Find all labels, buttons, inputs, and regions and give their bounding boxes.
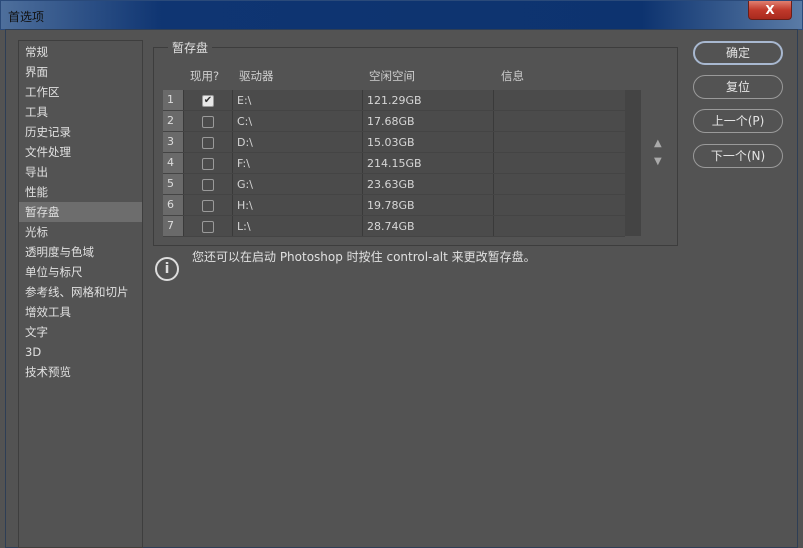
sidebar-item[interactable]: 导出 (19, 162, 142, 182)
window-title: 首选项 (8, 10, 45, 24)
free-space-cell: 121.29GB (367, 94, 422, 107)
table-row[interactable]: 6 H:\ 19.78GB (163, 195, 625, 216)
active-checkbox[interactable] (202, 200, 214, 212)
sidebar-item[interactable]: 工作区 (19, 82, 142, 102)
move-up-arrow-icon[interactable]: ▲ (654, 138, 662, 149)
header-free: 空闲空间 (369, 69, 415, 83)
active-checkbox[interactable] (202, 158, 214, 170)
reset-button[interactable]: 复位 (693, 75, 783, 99)
drive-cell: C:\ (237, 115, 253, 128)
free-space-cell: 17.68GB (367, 115, 415, 128)
sidebar-item[interactable]: 文字 (19, 322, 142, 342)
info-icon: i (155, 257, 179, 281)
sidebar-item[interactable]: 界面 (19, 62, 142, 82)
active-checkbox[interactable] (202, 137, 214, 149)
drive-cell: G:\ (237, 178, 253, 191)
free-space-cell: 28.74GB (367, 220, 415, 233)
header-active: 现用? (190, 69, 220, 83)
sidebar-item[interactable]: 光标 (19, 222, 142, 242)
table-row[interactable]: 5 G:\ 23.63GB (163, 174, 625, 195)
drive-cell: L:\ (237, 220, 251, 233)
drive-cell: D:\ (237, 136, 253, 149)
active-checkbox[interactable] (202, 221, 214, 233)
row-number: 2 (163, 111, 183, 131)
close-button[interactable]: X (748, 1, 792, 20)
active-checkbox[interactable] (202, 179, 214, 191)
sidebar-item[interactable]: 参考线、网格和切片 (19, 282, 142, 302)
sidebar: 常规 界面 工作区 工具 历史记录 文件处理 导出 性能 暂存盘 光标 透明度与色域 单位与标尺 参考线… (18, 40, 143, 548)
free-space-cell: 23.63GB (367, 178, 415, 191)
sidebar-item[interactable]: 透明度与色域 (19, 242, 142, 262)
row-number: 6 (163, 195, 183, 215)
sidebar-item[interactable]: 单位与标尺 (19, 262, 142, 282)
sidebar-item[interactable]: 暂存盘 (19, 202, 142, 222)
sidebar-item[interactable]: 文件处理 (19, 142, 142, 162)
drive-cell: H:\ (237, 199, 253, 212)
info-note: 您还可以在启动 Photoshop 时按住 control-alt 来更改暂存盘… (192, 250, 536, 264)
free-space-cell: 19.78GB (367, 199, 415, 212)
active-checkbox[interactable]: ✔ (202, 95, 214, 107)
row-number: 1 (163, 90, 183, 110)
scrollbar[interactable] (625, 90, 641, 236)
sidebar-item[interactable]: 技术预览 (19, 362, 142, 382)
drive-cell: E:\ (237, 94, 252, 107)
table-row[interactable]: 7 L:\ 28.74GB (163, 216, 625, 237)
next-button[interactable]: 下一个(N) (693, 144, 783, 168)
header-drive: 驱动器 (239, 69, 274, 83)
sidebar-item[interactable]: 3D (19, 342, 142, 362)
table-row[interactable]: 2 C:\ 17.68GB (163, 111, 625, 132)
row-number: 7 (163, 216, 183, 236)
header-info: 信息 (501, 69, 524, 83)
sidebar-item[interactable]: 工具 (19, 102, 142, 122)
sidebar-item[interactable]: 增效工具 (19, 302, 142, 322)
row-number: 4 (163, 153, 183, 173)
move-down-arrow-icon[interactable]: ▼ (654, 156, 662, 167)
drive-cell: F:\ (237, 157, 250, 170)
table-row[interactable]: 1 ✔ E:\ 121.29GB (163, 90, 625, 111)
group-title: 暂存盘 (168, 39, 213, 56)
free-space-cell: 15.03GB (367, 136, 415, 149)
prev-button[interactable]: 上一个(P) (693, 109, 783, 133)
active-checkbox[interactable] (202, 116, 214, 128)
table-row[interactable]: 3 D:\ 15.03GB (163, 132, 625, 153)
row-number: 3 (163, 132, 183, 152)
title-bar: 首选项 X (0, 0, 803, 30)
row-number: 5 (163, 174, 183, 194)
sidebar-item[interactable]: 常规 (19, 42, 142, 62)
scratch-disk-table: 1 ✔ E:\ 121.29GB 2 C:\ 17.68GB 3 D:\ 15.03GB 4 F:\ 2… (163, 90, 641, 237)
sidebar-item[interactable]: 性能 (19, 182, 142, 202)
ok-button[interactable]: 确定 (693, 41, 783, 65)
free-space-cell: 214.15GB (367, 157, 422, 170)
table-row[interactable]: 4 F:\ 214.15GB (163, 153, 625, 174)
sidebar-item[interactable]: 历史记录 (19, 122, 142, 142)
